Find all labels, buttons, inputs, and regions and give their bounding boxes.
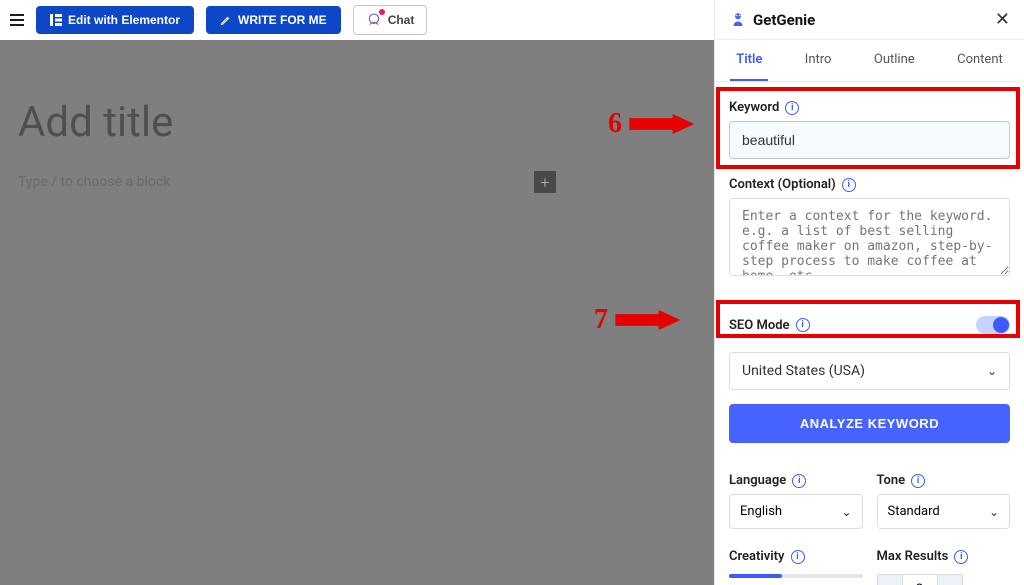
analyze-keyword-button[interactable]: ANALYZE KEYWORD: [729, 404, 1010, 443]
context-label: Context (Optional) i: [729, 177, 1010, 192]
chat-button[interactable]: Chat: [353, 5, 428, 35]
write-for-me-button[interactable]: WRITE FOR ME: [206, 6, 341, 34]
seo-mode-group: SEO Mode i United States (USA) ⌄ ANALYZE…: [729, 308, 1010, 443]
language-label: Language i: [729, 473, 863, 488]
creativity-results-row: Creativity i Max Results i − 2 +: [729, 549, 1010, 585]
max-results-group: Max Results i − 2 +: [877, 549, 1011, 585]
menu-icon[interactable]: [10, 14, 24, 26]
post-title-input[interactable]: Add title: [0, 40, 714, 147]
info-icon[interactable]: i: [796, 318, 810, 332]
language-group: Language i English ⌄: [729, 473, 863, 529]
chevron-down-icon: ⌄: [987, 364, 997, 378]
info-icon[interactable]: i: [954, 550, 968, 564]
stepper-plus-button[interactable]: +: [937, 574, 963, 585]
tone-label: Tone i: [877, 473, 1011, 488]
panel-header: GetGenie ✕: [715, 0, 1024, 40]
country-value: United States (USA): [742, 363, 865, 379]
context-textarea[interactable]: [729, 198, 1010, 276]
panel-tabs: Title Intro Outline Content: [715, 40, 1024, 82]
brand-label: GetGenie: [753, 11, 815, 29]
creativity-group: Creativity i: [729, 549, 863, 585]
max-results-stepper: − 2 +: [877, 574, 1011, 585]
tone-select[interactable]: Standard ⌄: [877, 494, 1011, 529]
keyword-group: Keyword i: [729, 100, 1010, 159]
elementor-icon: [50, 14, 62, 26]
language-select[interactable]: English ⌄: [729, 494, 863, 529]
max-results-label: Max Results i: [877, 549, 1011, 564]
info-icon[interactable]: i: [785, 101, 799, 115]
brand: GetGenie: [729, 11, 815, 29]
context-group: Context (Optional) i: [729, 177, 1010, 280]
stepper-value: 2: [903, 574, 937, 585]
info-icon[interactable]: i: [911, 474, 925, 488]
keyword-input[interactable]: [729, 121, 1010, 159]
chat-label: Chat: [388, 13, 415, 27]
creativity-slider[interactable]: [729, 574, 863, 578]
info-icon[interactable]: i: [792, 474, 806, 488]
editor-topbar: Edit with Elementor WRITE FOR ME Chat: [0, 0, 714, 40]
getgenie-panel: GetGenie ✕ Title Intro Outline Content K…: [714, 0, 1024, 585]
chevron-down-icon: ⌄: [989, 505, 999, 519]
tab-content[interactable]: Content: [951, 40, 1009, 81]
chevron-down-icon: ⌄: [841, 505, 851, 519]
write-for-me-label: WRITE FOR ME: [238, 13, 327, 27]
info-icon[interactable]: i: [791, 550, 805, 564]
block-placeholder[interactable]: Type / to choose a block: [18, 174, 170, 190]
editor-area: Add title Type / to choose a block +: [0, 40, 714, 585]
genie-logo-icon: [729, 11, 747, 29]
keyword-label: Keyword i: [729, 100, 1010, 115]
tone-group: Tone i Standard ⌄: [877, 473, 1011, 529]
seo-mode-label: SEO Mode i: [729, 318, 810, 333]
chat-icon: [366, 12, 382, 28]
tab-title[interactable]: Title: [730, 40, 768, 81]
lang-tone-row: Language i English ⌄ Tone i Standard ⌄: [729, 473, 1010, 529]
creativity-label: Creativity i: [729, 549, 863, 564]
tab-intro[interactable]: Intro: [799, 40, 838, 81]
pencil-icon: [220, 14, 232, 26]
edit-elementor-button[interactable]: Edit with Elementor: [36, 6, 194, 34]
close-panel-button[interactable]: ✕: [995, 9, 1010, 30]
add-block-button[interactable]: +: [534, 171, 556, 193]
seo-mode-toggle[interactable]: [976, 316, 1010, 334]
country-select[interactable]: United States (USA) ⌄: [729, 352, 1010, 390]
stepper-minus-button[interactable]: −: [877, 574, 903, 585]
tab-outline[interactable]: Outline: [868, 40, 921, 81]
panel-body: Keyword i Context (Optional) i SEO Mode …: [715, 82, 1024, 585]
edit-elementor-label: Edit with Elementor: [68, 13, 180, 27]
info-icon[interactable]: i: [842, 178, 856, 192]
